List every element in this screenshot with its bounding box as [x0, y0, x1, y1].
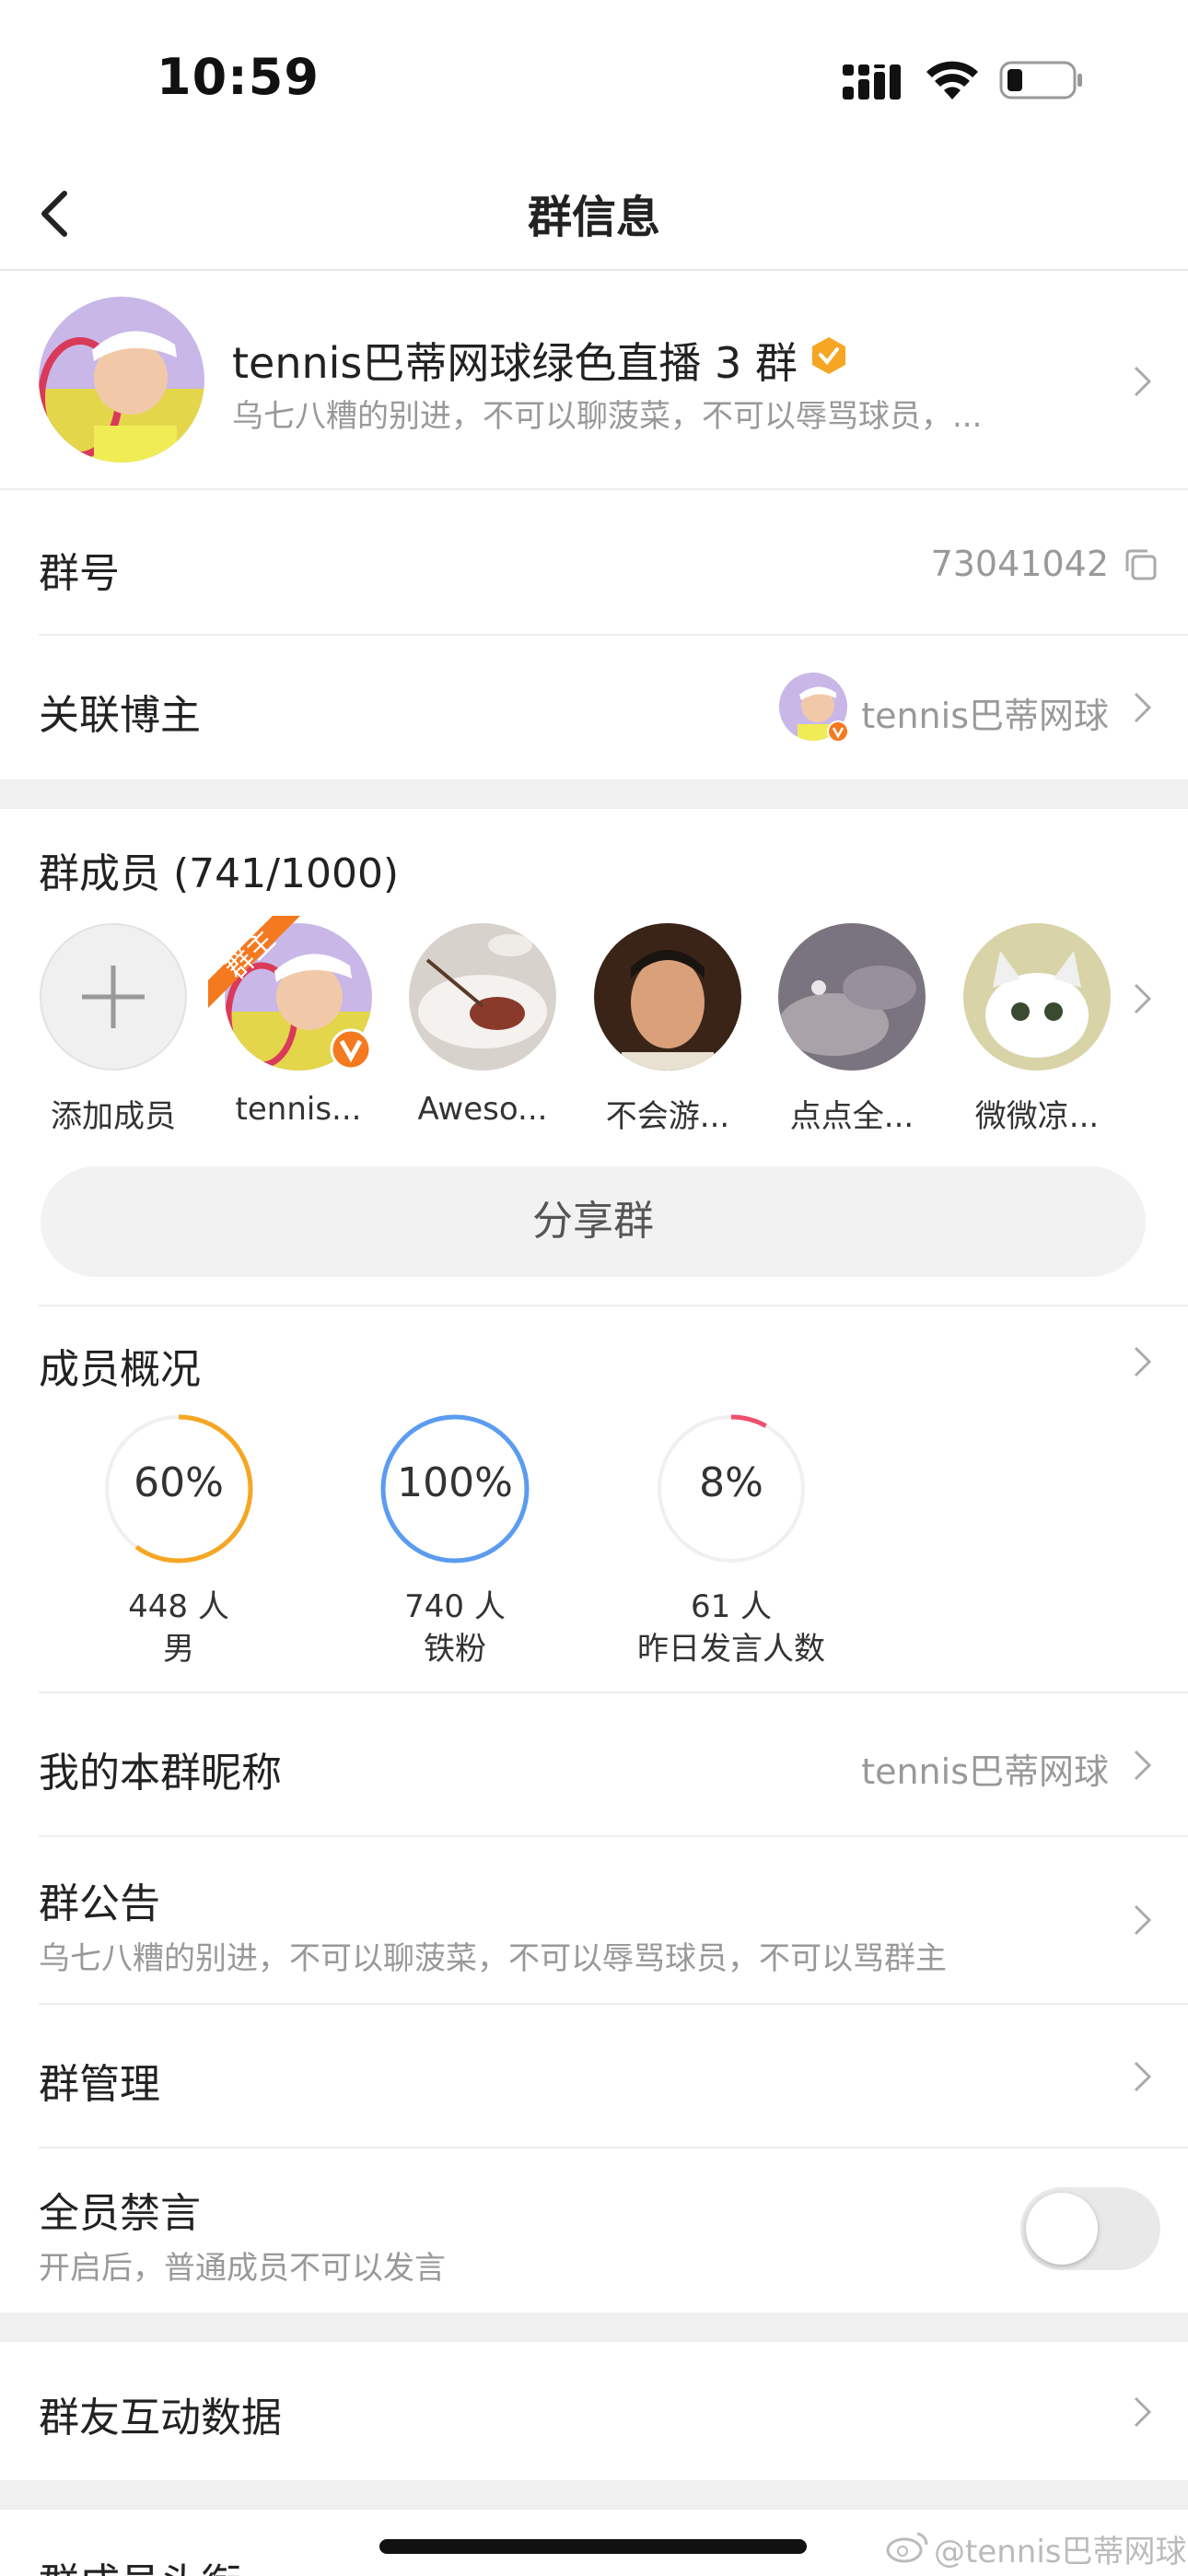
member-avatar [963, 923, 1111, 1071]
stat-count: 740 人 [404, 1588, 506, 1625]
stat-percent: 100% [397, 1459, 513, 1506]
member-overview-title: 成员概况 [39, 1346, 201, 1393]
weibo-logo-icon [886, 2532, 928, 2563]
stat-count: 61 人 [690, 1588, 773, 1625]
management-label: 群管理 [39, 2061, 160, 2108]
nav-bar: 群信息 [0, 157, 1188, 271]
member-title-label: 群成员头衔 [39, 2550, 241, 2576]
member-name: 微微凉... [974, 1098, 1100, 1135]
group-name: tennis巴蒂网球绿色直播 3 群 [232, 338, 798, 388]
chevron-right-icon [1134, 1904, 1152, 1936]
member-name: 点点全... [789, 1098, 914, 1135]
nickname-row[interactable]: 我的本群昵称 tennis巴蒂网球 [0, 1693, 1188, 1837]
add-member-label: 添加成员 [51, 1098, 176, 1135]
chevron-right-icon [1134, 692, 1152, 723]
chevron-right-icon[interactable] [1131, 980, 1155, 1017]
member-name: tennis... [235, 1091, 362, 1128]
watermark-text: @tennis巴蒂网球 [934, 2534, 1187, 2570]
mute-all-row: 全员禁言 开启后，普通成员不可以发言 [0, 2149, 1188, 2313]
linked-blogger-row[interactable]: 关联博主 tennis巴蒂网球 [0, 636, 1188, 779]
mute-all-hint: 开启后，普通成员不可以发言 [39, 2250, 446, 2287]
verified-v-icon [330, 1028, 372, 1071]
chevron-right-icon [1134, 1346, 1152, 1377]
announcement-label: 群公告 [39, 1880, 160, 1927]
linked-blogger-label: 关联博主 [39, 692, 201, 739]
group-header[interactable]: tennis巴蒂网球绿色直播 3 群 乌七八糟的别进，不可以聊菠菜，不可以辱骂球… [0, 273, 1188, 490]
group-management-row[interactable]: 群管理 [0, 2005, 1188, 2149]
member-avatar [778, 923, 926, 1071]
member-name: 不会游... [605, 1098, 730, 1135]
share-group-button[interactable]: 分享群 [41, 1166, 1146, 1277]
section-separator [0, 2313, 1188, 2342]
group-number-value: 73041042 [930, 544, 1109, 584]
verified-v-icon [827, 720, 849, 743]
section-separator [0, 779, 1188, 809]
home-indicator [379, 2539, 807, 2554]
member-name: Aweso... [417, 1091, 548, 1128]
members-title: 群成员 (741/1000) [39, 850, 400, 897]
wifi-icon [926, 61, 978, 100]
toggle-knob [1026, 2193, 1098, 2265]
stat-label: 男 [163, 1631, 194, 1668]
section-separator [0, 2480, 1188, 2510]
group-number-row[interactable]: 群号 73041042 [0, 492, 1188, 636]
chevron-right-icon [1134, 1750, 1152, 1781]
stat-label: 昨日发言人数 [637, 1631, 825, 1668]
battery-icon [999, 61, 1082, 100]
mute-all-toggle[interactable] [1020, 2187, 1160, 2270]
stat-percent: 8% [699, 1459, 763, 1506]
group-number-label: 群号 [39, 550, 120, 597]
stat-percent: 60% [134, 1459, 224, 1506]
status-bar: 10:59 [0, 0, 1188, 157]
linked-blogger-name: tennis巴蒂网球 [861, 696, 1109, 736]
member-avatar [594, 923, 741, 1071]
member-overview-row[interactable]: 成员概况 [0, 1306, 1188, 1415]
chevron-right-icon [1134, 2396, 1152, 2428]
group-description: 乌七八糟的别进，不可以聊菠菜，不可以辱骂球员，... [232, 398, 983, 435]
page-title: 群信息 [527, 192, 660, 243]
nickname-label: 我的本群昵称 [39, 1750, 282, 1797]
stat-label: 铁粉 [424, 1631, 486, 1668]
group-avatar [39, 297, 204, 463]
copy-icon[interactable] [1124, 547, 1159, 582]
chevron-right-icon [1134, 2061, 1152, 2092]
cellular-signal-icon [843, 64, 901, 100]
stat-count: 448 人 [128, 1588, 229, 1625]
interaction-label: 群友互动数据 [39, 2395, 282, 2441]
add-icon [40, 923, 187, 1071]
announcement-row[interactable]: 群公告 乌七八糟的别进，不可以聊菠菜，不可以辱骂球员，不可以骂群主 [0, 1837, 1188, 2005]
member-avatar [409, 923, 556, 1071]
announcement-text: 乌七八糟的别进，不可以聊菠菜，不可以辱骂球员，不可以骂群主 [39, 1940, 947, 1977]
interaction-data-row[interactable]: 群友互动数据 [0, 2342, 1188, 2480]
nickname-value: tennis巴蒂网球 [861, 1751, 1109, 1792]
status-time: 10:59 [157, 48, 320, 106]
verified-badge-icon [812, 337, 845, 374]
chevron-right-icon [1134, 366, 1152, 397]
mute-all-label: 全员禁言 [39, 2190, 201, 2237]
